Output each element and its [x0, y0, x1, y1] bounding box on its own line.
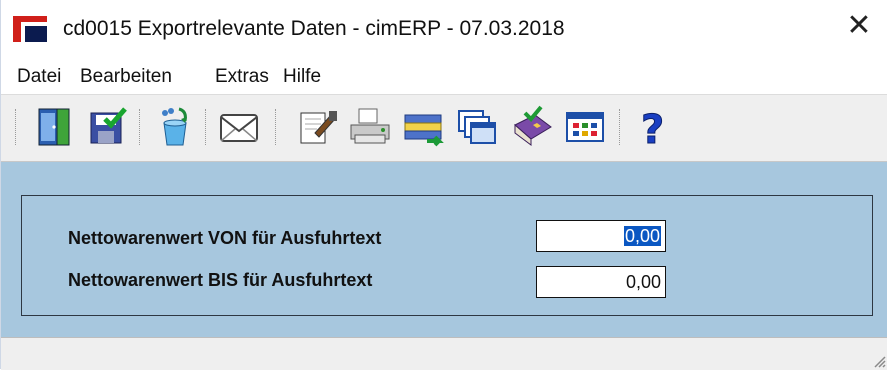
recycle-button[interactable]	[151, 105, 197, 149]
label-nettowarenwert-bis: Nettowarenwert BIS für Ausfuhrtext	[68, 270, 373, 290]
toolbar-separator	[205, 109, 208, 145]
save-disk-icon	[90, 107, 127, 144]
edit-document-icon	[300, 111, 337, 144]
export-values-group: Nettowarenwert VON für Ausfuhrtext 0,00 …	[21, 195, 873, 316]
transfer-list-button[interactable]	[401, 105, 447, 149]
application-window: cd0015 Exportrelevante Daten - cimERP - …	[0, 0, 887, 370]
calculator-grid-icon	[566, 112, 604, 142]
form-area: Nettowarenwert VON für Ausfuhrtext 0,00 …	[1, 162, 887, 337]
svg-text:?: ?	[641, 107, 664, 149]
transfer-list-icon	[404, 114, 444, 147]
title-bar: cd0015 Exportrelevante Daten - cimERP - …	[1, 0, 887, 52]
calculator-button[interactable]	[563, 105, 609, 149]
printer-icon	[350, 108, 390, 144]
toolbar-separator	[619, 109, 622, 145]
nettowarenwert-von-input[interactable]: 0,00	[536, 220, 666, 252]
menu-extras[interactable]: Extras	[215, 66, 269, 88]
book-button[interactable]	[509, 105, 555, 149]
print-button[interactable]	[347, 105, 393, 149]
toolbar: ?	[1, 94, 887, 162]
book-icon	[514, 105, 552, 146]
save-button[interactable]	[85, 105, 131, 149]
menu-hilfe[interactable]: Hilfe	[283, 66, 321, 88]
menu-bar: Datei Bearbeiten Extras Hilfe	[1, 56, 887, 94]
mail-envelope-icon	[220, 114, 258, 142]
close-button[interactable]: ✕	[844, 11, 874, 42]
windows-cascade-icon	[458, 110, 496, 144]
recycle-bin-icon	[162, 107, 187, 146]
mail-button[interactable]	[217, 105, 263, 149]
help-question-icon: ?	[641, 107, 665, 154]
window-title: cd0015 Exportrelevante Daten - cimERP - …	[63, 17, 565, 40]
edit-document-button[interactable]	[295, 105, 341, 149]
exit-door-button[interactable]	[31, 105, 77, 149]
toolbar-separator	[139, 109, 142, 145]
app-logo-icon	[13, 16, 47, 42]
resize-grip-icon[interactable]	[870, 352, 886, 368]
menu-bearbeiten[interactable]: Bearbeiten	[80, 66, 172, 88]
nettowarenwert-bis-input[interactable]: 0,00	[536, 266, 666, 298]
label-nettowarenwert-von: Nettowarenwert VON für Ausfuhrtext	[68, 228, 382, 248]
exit-door-icon	[38, 108, 70, 146]
status-bar	[1, 337, 887, 370]
windows-cascade-button[interactable]	[455, 105, 501, 149]
selected-value: 0,00	[623, 226, 661, 246]
toolbar-separator	[15, 109, 18, 145]
menu-datei[interactable]: Datei	[17, 66, 61, 88]
toolbar-separator	[275, 109, 278, 145]
help-button[interactable]: ?	[631, 105, 677, 154]
